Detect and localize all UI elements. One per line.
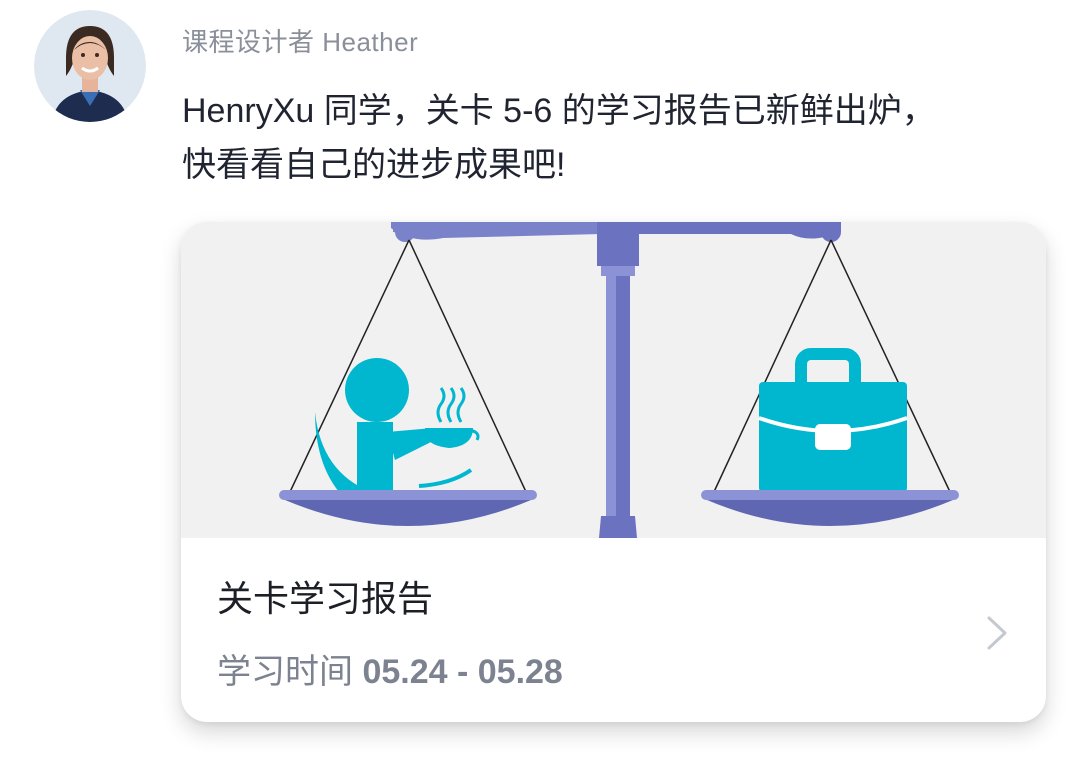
relax-figure bbox=[315, 358, 480, 494]
teacher-avatar-icon bbox=[34, 10, 146, 122]
work-life-balance-scale-illustration-icon bbox=[279, 222, 959, 538]
message-line-2: 快看看自己的进步成果吧! bbox=[182, 146, 566, 184]
card-title: 关卡学习报告 bbox=[217, 578, 434, 619]
sender-avatar[interactable] bbox=[34, 10, 146, 122]
sender-name: 课程设计者 Heather bbox=[182, 27, 419, 57]
card-study-period: 学习时间 05.24 - 05.28 bbox=[217, 644, 563, 693]
work-briefcase bbox=[758, 348, 908, 492]
study-period-dates: 05.24 - 05.28 bbox=[362, 653, 563, 691]
study-period-label: 学习时间 bbox=[217, 653, 363, 691]
chat-message: 课程设计者 Heather HenryXu 同学，关卡 5-6 的学习报告已新鲜… bbox=[0, 0, 1080, 759]
message-text: HenryXu 同学，关卡 5-6 的学习报告已新鲜出炉， 快看看自己的进步成果… bbox=[182, 84, 1052, 192]
card-banner-image bbox=[181, 222, 1046, 538]
message-line-1: HenryXu 同学，关卡 5-6 的学习报告已新鲜出炉， bbox=[182, 92, 936, 130]
study-report-card[interactable]: 关卡学习报告 学习时间 05.24 - 05.28 bbox=[181, 222, 1046, 722]
chevron-right-icon[interactable] bbox=[983, 614, 1011, 652]
